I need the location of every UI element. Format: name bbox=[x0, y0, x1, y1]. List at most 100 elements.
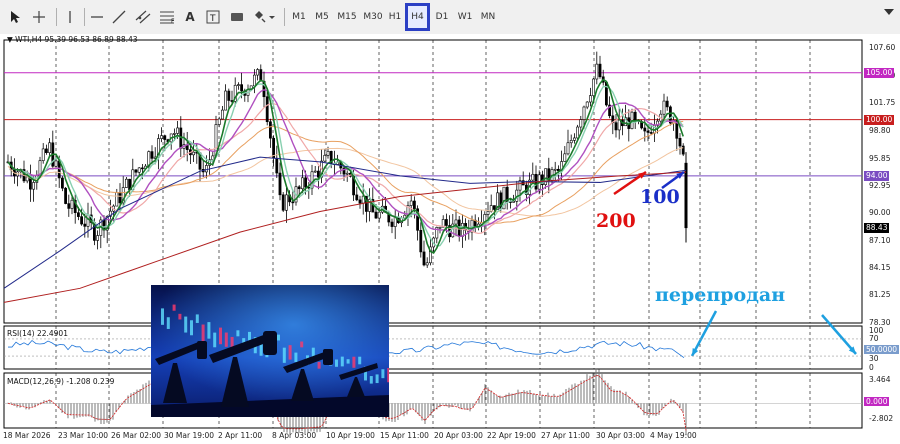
candle bbox=[237, 84, 240, 86]
svg-text:F: F bbox=[171, 18, 175, 24]
oil-pump-photo bbox=[151, 285, 389, 417]
timeframe-w1[interactable]: W1 bbox=[456, 7, 474, 27]
photo-candle bbox=[172, 304, 176, 311]
candle bbox=[176, 127, 180, 134]
oversold-annotation: перепродан bbox=[655, 284, 786, 306]
price-tick: 98.80 bbox=[869, 125, 891, 135]
timeframe-m30[interactable]: M30 bbox=[361, 7, 385, 27]
oversold-arrow-left bbox=[690, 310, 718, 357]
svg-text:T: T bbox=[209, 14, 216, 24]
photo-candle bbox=[236, 330, 240, 337]
price-tick: 87.10 bbox=[869, 235, 891, 245]
price-tick: 101.75 bbox=[869, 98, 896, 108]
rsi-title: RSI(14) 22.4901 bbox=[7, 329, 68, 338]
candle bbox=[134, 169, 138, 173]
candle bbox=[572, 137, 576, 141]
candle bbox=[265, 96, 269, 123]
photo-candle bbox=[224, 332, 228, 347]
photo-candle bbox=[219, 327, 222, 345]
candle bbox=[44, 148, 48, 153]
rsi-tick: 30 bbox=[869, 354, 879, 363]
candle bbox=[278, 172, 282, 196]
timeframe-h1[interactable]: H1 bbox=[386, 7, 404, 27]
candle bbox=[323, 155, 327, 162]
candle bbox=[60, 177, 64, 189]
price-tick: 81.25 bbox=[869, 290, 891, 300]
timeframe-m15[interactable]: M15 bbox=[335, 7, 359, 27]
candle bbox=[425, 262, 429, 266]
candle bbox=[141, 167, 144, 170]
toolbar-separator bbox=[56, 8, 57, 26]
candle bbox=[649, 132, 653, 134]
shapes-icon[interactable] bbox=[252, 6, 278, 28]
price-tick: 84.15 bbox=[869, 263, 891, 273]
candle bbox=[240, 84, 244, 92]
price-chart[interactable] bbox=[0, 34, 900, 444]
ma100-annotation: 100 bbox=[640, 186, 680, 208]
candle bbox=[604, 81, 608, 106]
photo-candle bbox=[184, 316, 188, 333]
price-tick: 107.60 bbox=[869, 43, 896, 53]
candle bbox=[268, 121, 272, 139]
candle bbox=[160, 135, 164, 139]
candle bbox=[576, 126, 580, 139]
photo-candle bbox=[207, 322, 211, 339]
candle bbox=[70, 199, 74, 209]
channel-icon[interactable] bbox=[134, 6, 152, 28]
toolbar-dropdown-icon[interactable] bbox=[884, 9, 894, 15]
toolbar-separator bbox=[284, 8, 285, 26]
photo-candle bbox=[375, 374, 379, 384]
price-tick: 90.00 bbox=[869, 208, 891, 218]
photo-candle bbox=[300, 341, 304, 348]
candle bbox=[77, 212, 80, 217]
fibonacci-icon[interactable]: F bbox=[158, 6, 176, 28]
cursor-icon[interactable] bbox=[6, 6, 24, 28]
photo-candle bbox=[178, 313, 182, 320]
candle bbox=[678, 138, 682, 147]
candle bbox=[646, 130, 650, 133]
horizontal-line-icon[interactable] bbox=[88, 6, 106, 28]
candle bbox=[569, 140, 573, 144]
photo-candle bbox=[259, 343, 263, 356]
candle bbox=[585, 101, 589, 108]
candle bbox=[297, 186, 301, 190]
text-label-icon[interactable]: T bbox=[204, 6, 222, 28]
trend-line-icon[interactable] bbox=[110, 6, 128, 28]
candle bbox=[662, 100, 666, 115]
crosshair-icon[interactable] bbox=[30, 6, 48, 28]
date-tick: 23 Mar 10:00 bbox=[58, 431, 109, 440]
candle bbox=[125, 178, 128, 188]
candle bbox=[486, 211, 490, 215]
candle bbox=[563, 153, 567, 162]
candle bbox=[444, 219, 448, 226]
timeframe-m5[interactable]: M5 bbox=[312, 7, 332, 27]
candle bbox=[275, 157, 279, 174]
rectangle-icon[interactable] bbox=[228, 6, 246, 28]
chart-window[interactable]: ▼ WTI,H4 95.39 96.53 86.89 88.43 107.60 1… bbox=[0, 34, 900, 444]
photo-candle bbox=[381, 369, 385, 379]
date-tick: 18 Mar 2026 bbox=[3, 431, 51, 440]
date-tick: 30 Mar 19:00 bbox=[164, 431, 215, 440]
candle bbox=[358, 199, 362, 204]
timeframe-m1[interactable]: M1 bbox=[289, 7, 309, 27]
timeframe-h4[interactable]: H4 bbox=[405, 3, 430, 31]
photo-candle bbox=[161, 308, 164, 325]
photo-candle bbox=[248, 331, 251, 341]
candle bbox=[115, 192, 119, 207]
candle bbox=[173, 133, 176, 135]
text-icon[interactable]: A bbox=[182, 6, 198, 28]
ma200-annotation: 200 bbox=[596, 210, 636, 232]
candle bbox=[326, 151, 330, 156]
candle bbox=[118, 192, 122, 204]
rsi-tick: 70 bbox=[869, 334, 879, 343]
timeframe-mn[interactable]: MN bbox=[478, 7, 498, 27]
candle bbox=[227, 90, 231, 101]
photo-candle bbox=[213, 332, 217, 348]
timeframe-d1[interactable]: D1 bbox=[433, 7, 451, 27]
candle bbox=[25, 176, 29, 182]
candle bbox=[390, 221, 394, 227]
vertical-line-icon[interactable] bbox=[62, 6, 78, 28]
candle bbox=[48, 142, 52, 153]
photo-candle bbox=[335, 359, 338, 367]
date-tick: 15 Apr 11:00 bbox=[380, 431, 429, 440]
